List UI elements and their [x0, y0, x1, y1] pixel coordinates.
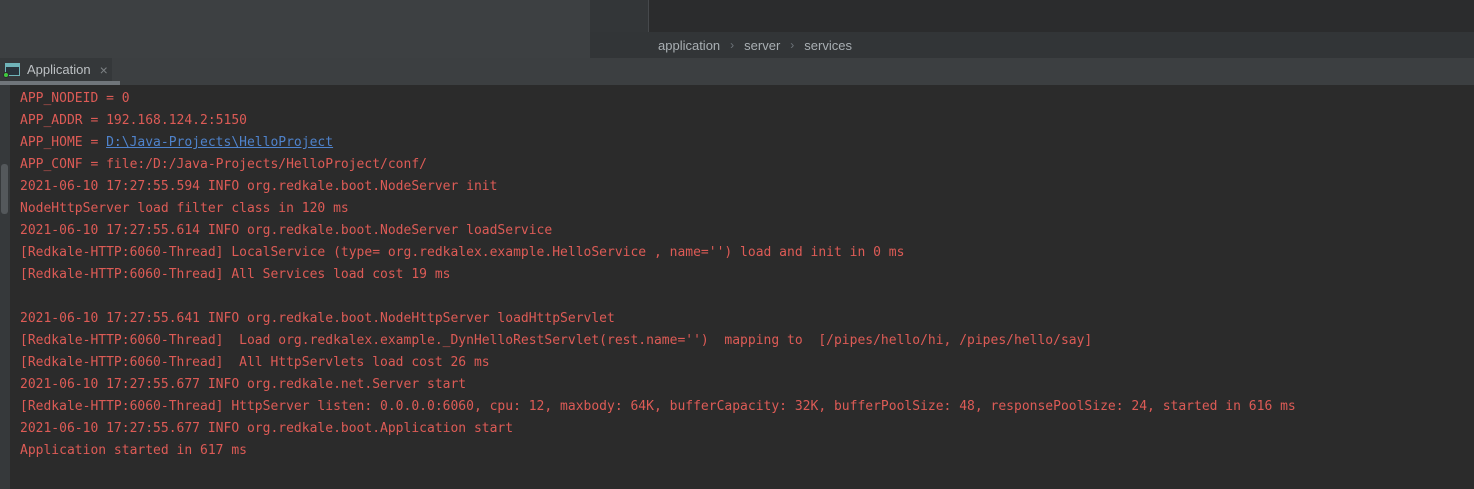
console-line: [Redkale-HTTP:6060-Thread] All HttpServl…: [20, 352, 1474, 374]
console-line: 2021-06-10 17:27:55.677 INFO org.redkale…: [20, 418, 1474, 440]
console-line: 2021-06-10 17:27:55.641 INFO org.redkale…: [20, 308, 1474, 330]
ide-window: application › server › services Application …: [0, 0, 1474, 489]
console-line: [Redkale-HTTP:6060-Thread] HttpServer li…: [20, 396, 1474, 418]
log-text: Application started in 617 ms: [20, 443, 247, 458]
top-strip: application › server › services: [0, 0, 1474, 58]
log-text: [Redkale-HTTP:6060-Thread] HttpServer li…: [20, 399, 1296, 414]
file-path-link[interactable]: D:\Java-Projects\HelloProject: [106, 135, 333, 150]
console-line: 2021-06-10 17:27:55.677 INFO org.redkale…: [20, 374, 1474, 396]
log-text: 2021-06-10 17:27:55.614 INFO org.redkale…: [20, 223, 552, 238]
console-line: 2021-06-10 17:27:55.594 INFO org.redkale…: [20, 176, 1474, 198]
console-line: [Redkale-HTTP:6060-Thread] LocalService …: [20, 242, 1474, 264]
log-text: [Redkale-HTTP:6060-Thread] LocalService …: [20, 245, 904, 260]
console-line: 2021-06-10 17:27:55.614 INFO org.redkale…: [20, 220, 1474, 242]
console-line: APP_ADDR = 192.168.124.2:5150: [20, 110, 1474, 132]
left-editor-panel: [0, 0, 590, 58]
log-text: APP_HOME =: [20, 135, 106, 150]
log-text: [Redkale-HTTP:6060-Thread] All Services …: [20, 267, 450, 282]
log-text: NodeHttpServer load filter class in 120 …: [20, 201, 349, 216]
log-text: APP_NODEID = 0: [20, 91, 130, 106]
console-left-gutter: [0, 85, 10, 489]
console-text: APP_NODEID = 0 APP_ADDR = 192.168.124.2:5…: [20, 88, 1474, 462]
console-line: [Redkale-HTTP:6060-Thread] All Services …: [20, 264, 1474, 286]
console-line: [20, 286, 1474, 308]
run-console-icon: [5, 63, 20, 76]
console-line: APP_CONF = file:/D:/Java-Projects/HelloP…: [20, 154, 1474, 176]
close-icon[interactable]: ×: [100, 63, 108, 77]
breadcrumb: application › server › services: [590, 32, 1474, 58]
log-text: APP_ADDR = 192.168.124.2:5150: [20, 113, 247, 128]
breadcrumb-separator-icon: ›: [730, 38, 734, 52]
tab-application[interactable]: Application ×: [0, 58, 112, 81]
editor-background: [590, 0, 1474, 32]
log-text: 2021-06-10 17:27:55.677 INFO org.redkale…: [20, 421, 513, 436]
log-text: 2021-06-10 17:27:55.677 INFO org.redkale…: [20, 377, 466, 392]
log-text: [Redkale-HTTP:6060-Thread] All HttpServl…: [20, 355, 490, 370]
log-text: [Redkale-HTTP:6060-Thread] Load org.redk…: [20, 333, 1092, 348]
log-text: 2021-06-10 17:27:55.641 INFO org.redkale…: [20, 311, 615, 326]
console-line: APP_NODEID = 0: [20, 88, 1474, 110]
scrollbar-thumb[interactable]: [1, 164, 8, 214]
breadcrumb-separator-icon: ›: [790, 38, 794, 52]
console-line: [Redkale-HTTP:6060-Thread] Load org.redk…: [20, 330, 1474, 352]
console-line: Application started in 617 ms: [20, 440, 1474, 462]
log-text: 2021-06-10 17:27:55.594 INFO org.redkale…: [20, 179, 497, 194]
editor-tab-stub[interactable]: [590, 0, 648, 32]
editor-tab-divider: [648, 0, 649, 32]
breadcrumb-item-server[interactable]: server: [744, 38, 780, 53]
console-output-panel: APP_NODEID = 0 APP_ADDR = 192.168.124.2:5…: [0, 85, 1474, 489]
console-line: APP_HOME = D:\Java-Projects\HelloProject: [20, 132, 1474, 154]
run-toolwindow-tab-bar: Application ×: [0, 58, 1474, 85]
tab-label: Application: [27, 62, 91, 77]
breadcrumb-item-application[interactable]: application: [658, 38, 720, 53]
running-indicator-dot: [3, 72, 9, 78]
console-line: NodeHttpServer load filter class in 120 …: [20, 198, 1474, 220]
log-text: APP_CONF = file:/D:/Java-Projects/HelloP…: [20, 157, 427, 172]
breadcrumb-item-services[interactable]: services: [804, 38, 852, 53]
